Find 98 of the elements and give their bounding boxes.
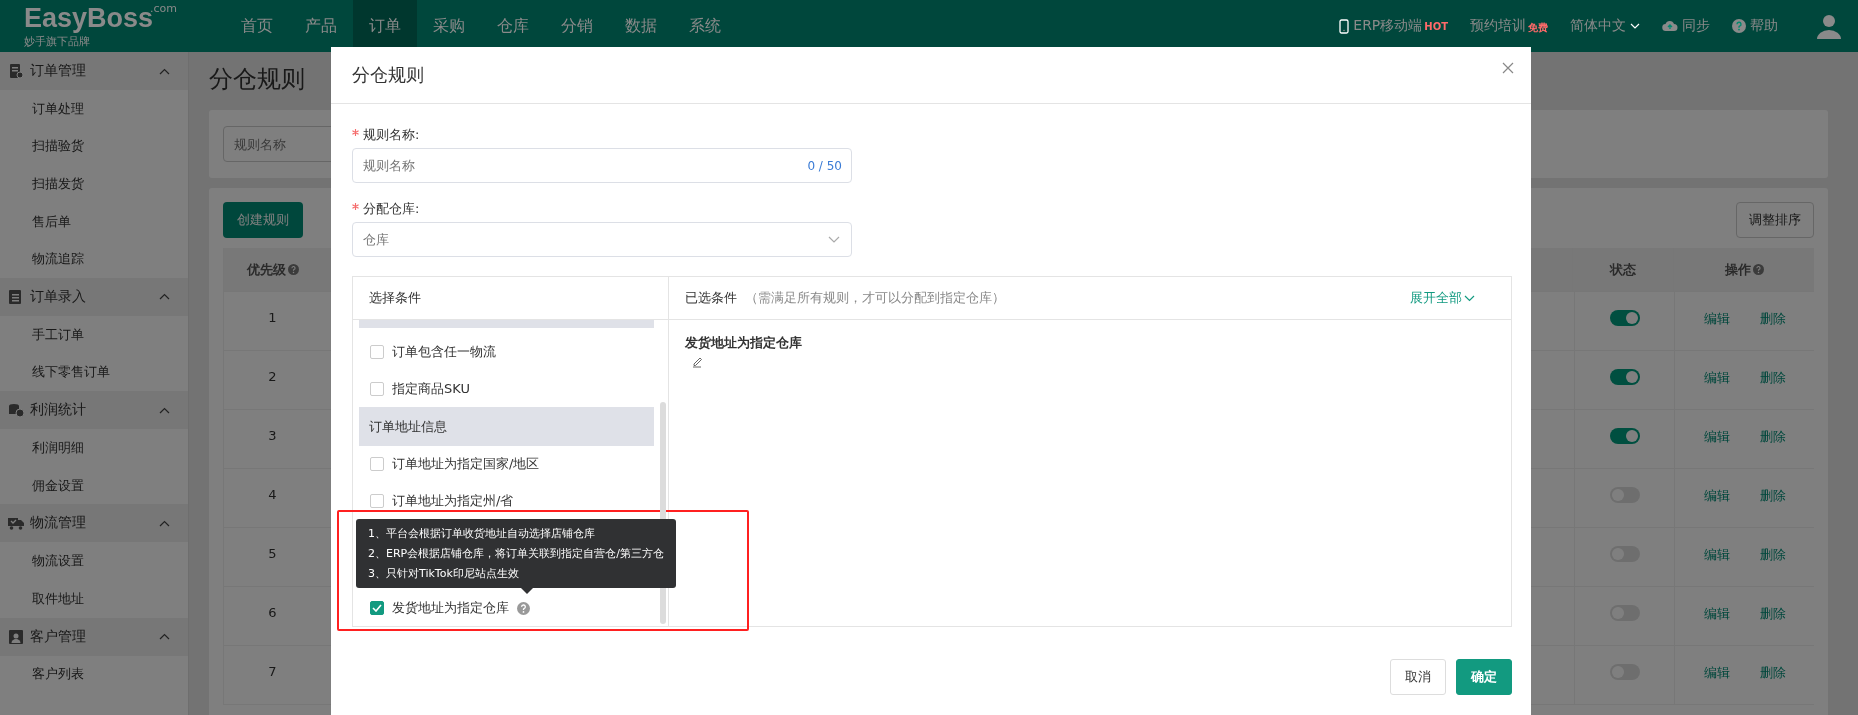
priority-cell: 5: [268, 546, 277, 561]
condition-option[interactable]: 订单地址为指定国家/地区: [392, 455, 540, 474]
pencil-icon[interactable]: [691, 355, 704, 368]
sidebar-item[interactable]: 客户列表: [0, 655, 188, 694]
sidebar-group-header[interactable]: 利润统计: [0, 391, 188, 430]
edit-link[interactable]: 编辑: [1703, 310, 1730, 328]
warehouse-select[interactable]: 仓库: [352, 222, 852, 257]
delete-link[interactable]: 删除: [1759, 428, 1786, 446]
delete-link[interactable]: 删除: [1759, 369, 1786, 387]
menu-group-icon: [8, 402, 24, 419]
sidebar-item[interactable]: 取件地址: [0, 579, 188, 618]
checkbox[interactable]: [370, 345, 384, 360]
sidebar-item[interactable]: 订单处理: [0, 90, 188, 128]
status-toggle[interactable]: [1609, 428, 1640, 444]
help-icon: [1732, 19, 1746, 33]
expand-all-link[interactable]: 展开全部: [1410, 289, 1475, 307]
condition-option[interactable]: 发货地址为指定仓库: [392, 599, 509, 618]
priority-cell: 3: [268, 428, 277, 443]
delete-link[interactable]: 删除: [1759, 664, 1786, 682]
field-label: 规则名称:: [363, 126, 420, 144]
sidebar-item[interactable]: 物流设置: [0, 542, 188, 580]
condition-option[interactable]: 订单地址为指定州/省: [392, 491, 514, 510]
tooltip-text: 3、只针对TikTok印尼站点生效: [368, 566, 520, 582]
menu-group-icon: [8, 63, 24, 79]
chevron-down-icon: [1630, 23, 1640, 29]
sidebar-item[interactable]: 售后单: [0, 202, 188, 241]
condition-group-header: 订单地址信息: [359, 407, 654, 446]
help-icon[interactable]: [517, 601, 530, 615]
phone-icon: [1339, 18, 1350, 34]
sidebar-item[interactable]: 利润明细: [0, 429, 188, 467]
tooltip-text: 1、平台会根据订单收货地址自动选择店铺仓库: [368, 526, 596, 542]
priority-cell: 2: [268, 369, 277, 384]
free-label: 免费: [1528, 21, 1548, 35]
sidebar-item[interactable]: 佣金设置: [0, 466, 188, 505]
checkbox[interactable]: [370, 601, 384, 616]
mobile-app-link[interactable]: ERP移动端: [1339, 17, 1423, 35]
sidebar-item[interactable]: 线下零售订单: [0, 353, 188, 392]
delete-link[interactable]: 删除: [1759, 310, 1786, 328]
close-icon[interactable]: [1502, 62, 1514, 74]
panel-title: 选择条件: [369, 289, 421, 307]
page-title: 分仓规则: [209, 64, 305, 95]
edit-link[interactable]: 编辑: [1703, 605, 1730, 623]
checkbox[interactable]: [370, 457, 384, 472]
cancel-button[interactable]: 取消: [1390, 659, 1446, 695]
field-label: 分配仓库:: [363, 200, 420, 218]
dialog-title: 分仓规则: [352, 63, 424, 87]
cloud-upload-icon: [1662, 20, 1678, 32]
nav-tab[interactable]: 首页: [225, 0, 289, 52]
checkbox[interactable]: [370, 493, 384, 508]
edit-link[interactable]: 编辑: [1703, 546, 1730, 564]
sidebar-item[interactable]: 手工订单: [0, 315, 188, 354]
menu-group-icon: [8, 288, 24, 305]
priority-cell: 6: [268, 605, 277, 620]
chevron-down-icon: [1464, 294, 1475, 302]
sidebar-item[interactable]: 物流追踪: [0, 240, 188, 278]
hot-label: HOT: [1424, 21, 1448, 32]
sync-button[interactable]: 同步: [1662, 17, 1710, 35]
edit-link[interactable]: 编辑: [1703, 369, 1730, 387]
status-toggle[interactable]: [1609, 310, 1640, 326]
training-link[interactable]: 预约培训: [1470, 17, 1526, 35]
panel-title: 已选条件: [685, 289, 737, 307]
edit-link[interactable]: 编辑: [1703, 428, 1730, 446]
delete-link[interactable]: 删除: [1759, 487, 1786, 505]
checkbox[interactable]: [370, 381, 384, 396]
menu-group-icon: [8, 628, 24, 645]
sidebar-group-header[interactable]: 客户管理: [0, 617, 188, 656]
reorder-button[interactable]: 调整排序: [1736, 202, 1814, 238]
priority-cell: 7: [268, 664, 277, 679]
delete-link[interactable]: 删除: [1759, 546, 1786, 564]
selected-condition: 发货地址为指定仓库: [685, 334, 802, 352]
menu-group-icon: [8, 515, 24, 532]
confirm-button[interactable]: 确定: [1456, 659, 1512, 695]
sidebar-group-header[interactable]: 订单管理: [0, 52, 188, 90]
priority-cell: 4: [268, 487, 277, 502]
sidebar-item[interactable]: 扫描验货: [0, 127, 188, 166]
sidebar-group-header[interactable]: 物流管理: [0, 504, 188, 543]
create-rule-button[interactable]: 创建规则: [223, 202, 303, 238]
priority-cell: 1: [268, 310, 277, 325]
status-toggle[interactable]: [1609, 369, 1640, 385]
condition-option[interactable]: 指定商品SKU: [392, 379, 470, 398]
condition-option[interactable]: 订单包含任一物流: [392, 343, 496, 362]
column-header: 优先级: [247, 260, 286, 279]
delete-link[interactable]: 删除: [1759, 605, 1786, 623]
edit-link[interactable]: 编辑: [1703, 487, 1730, 505]
panel-hint: （需满足所有规则，才可以分配到指定仓库）: [745, 289, 1005, 307]
column-header: 状态: [1610, 260, 1636, 279]
chevron-down-icon: [828, 236, 840, 243]
nav-tab[interactable]: 产品: [289, 0, 353, 52]
edit-link[interactable]: 编辑: [1703, 664, 1730, 682]
sidebar-item[interactable]: 扫描发货: [0, 165, 188, 203]
character-counter: 0 / 50: [807, 159, 842, 173]
language-dropdown[interactable]: 简体中文: [1570, 17, 1640, 35]
column-header: 操作: [1724, 260, 1751, 279]
sidebar-group-header[interactable]: 订单录入: [0, 277, 188, 316]
user-avatar-icon[interactable]: [1816, 13, 1842, 39]
logo-tagline: 妙手旗下品牌: [24, 34, 90, 49]
help-button[interactable]: 帮助: [1732, 17, 1778, 35]
tooltip-text: 2、ERP会根据店铺仓库，将订单关联到指定自营仓/第三方仓: [368, 546, 664, 562]
